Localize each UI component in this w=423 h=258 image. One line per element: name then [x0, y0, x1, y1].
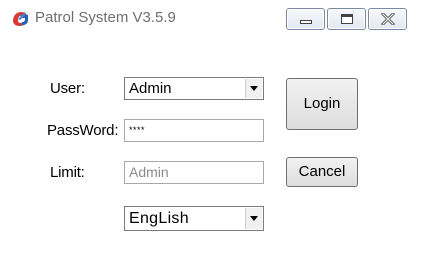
minimize-button[interactable]	[286, 8, 325, 30]
limit-field: Admin	[124, 161, 264, 184]
login-button[interactable]: Login	[286, 78, 358, 130]
language-select-value: EngLish	[129, 210, 189, 227]
limit-label: Limit:	[50, 164, 85, 181]
password-label: PassWord:	[47, 122, 119, 139]
maximize-button[interactable]	[327, 8, 366, 30]
user-dropdown-button[interactable]	[245, 79, 262, 98]
minimize-icon	[300, 20, 312, 24]
window-title: Patrol System V3.5.9	[35, 9, 176, 26]
cancel-button[interactable]: Cancel	[286, 157, 358, 187]
maximize-icon	[341, 14, 353, 24]
login-window: Patrol System V3.5.9 User: Admin PassWor…	[0, 0, 423, 258]
chevron-down-icon	[250, 86, 258, 91]
patrol-logo-icon[interactable]	[10, 8, 30, 28]
chevron-down-icon	[250, 216, 258, 221]
language-dropdown-button[interactable]	[245, 208, 262, 229]
language-select[interactable]: EngLish	[124, 206, 264, 231]
password-field[interactable]: ****	[124, 119, 264, 142]
limit-value: Admin	[129, 164, 169, 180]
title-bar[interactable]: Patrol System V3.5.9	[0, 0, 423, 36]
close-button[interactable]	[368, 8, 407, 30]
close-icon	[381, 13, 395, 25]
password-masked-value: ****	[129, 125, 146, 135]
user-select-value: Admin	[129, 80, 172, 97]
user-label: User:	[50, 80, 85, 97]
user-select[interactable]: Admin	[124, 77, 264, 100]
